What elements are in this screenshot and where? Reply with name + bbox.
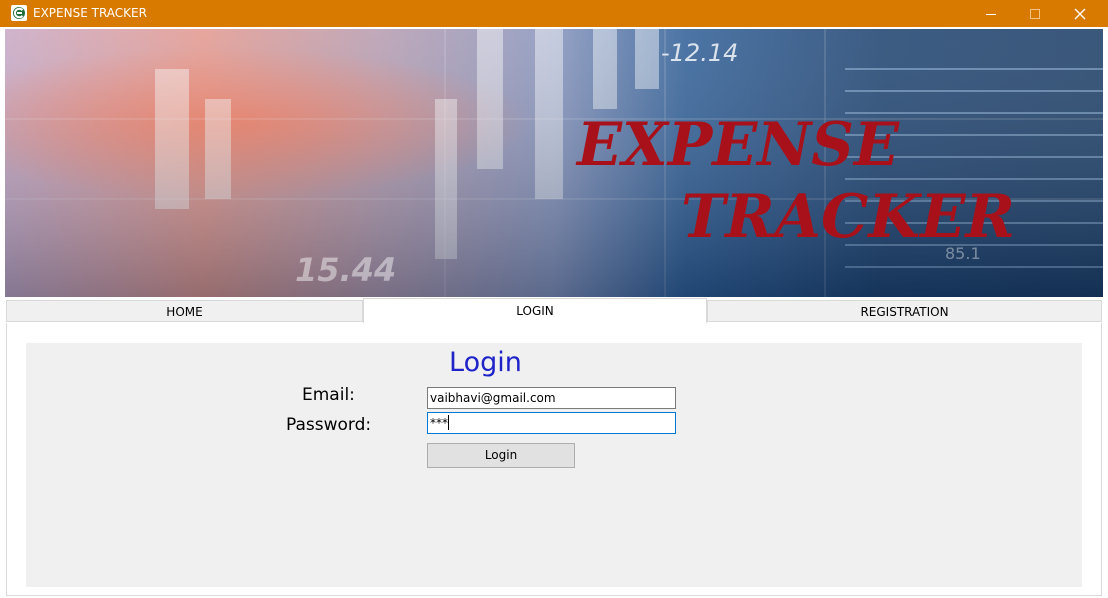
app-window: EXPENSE TRACKER -12.14 15.44 85.1 EXPENS… xyxy=(0,0,1108,598)
tab-content-login: Login Email: Password: vaibhavi@gmail.co… xyxy=(6,323,1102,596)
title-bar[interactable]: EXPENSE TRACKER xyxy=(0,0,1108,27)
ticker-top-label: -12.14 xyxy=(661,39,738,67)
password-label: Password: xyxy=(286,415,372,435)
banner-title-line1: EXPENSE xyxy=(575,110,900,180)
window-title: EXPENSE TRACKER xyxy=(33,6,147,20)
email-value: vaibhavi@gmail.com xyxy=(430,391,556,405)
text-caret xyxy=(448,415,449,430)
banner-title-line2: TRACKER xyxy=(681,182,1015,252)
password-value: *** xyxy=(430,416,448,430)
minimize-button[interactable] xyxy=(968,0,1014,27)
close-icon xyxy=(1074,8,1086,19)
password-field[interactable]: *** xyxy=(427,412,676,434)
app-icon xyxy=(11,5,27,21)
minimize-icon xyxy=(986,13,996,15)
login-heading: Login xyxy=(449,347,522,378)
tab-registration[interactable]: REGISTRATION xyxy=(707,300,1102,322)
banner-graphic: -12.14 15.44 85.1 EXPENSE TRACKER xyxy=(5,29,1103,297)
login-button[interactable]: Login xyxy=(427,443,575,468)
maximize-icon xyxy=(1030,8,1040,19)
window-client-area: -12.14 15.44 85.1 EXPENSE TRACKER HOME L… xyxy=(4,27,1104,598)
email-field[interactable]: vaibhavi@gmail.com xyxy=(427,387,676,409)
email-label: Email: xyxy=(302,385,355,405)
tab-bar: HOME LOGIN REGISTRATION xyxy=(4,298,1104,324)
tab-home[interactable]: HOME xyxy=(6,300,363,322)
tab-login[interactable]: LOGIN xyxy=(363,298,707,323)
ticker-bottom-label: 15.44 xyxy=(295,251,396,289)
login-panel: Login Email: Password: vaibhavi@gmail.co… xyxy=(26,343,1082,587)
close-button[interactable] xyxy=(1057,0,1103,27)
banner-image: -12.14 15.44 85.1 EXPENSE TRACKER xyxy=(5,29,1103,297)
maximize-button[interactable] xyxy=(1012,0,1058,27)
